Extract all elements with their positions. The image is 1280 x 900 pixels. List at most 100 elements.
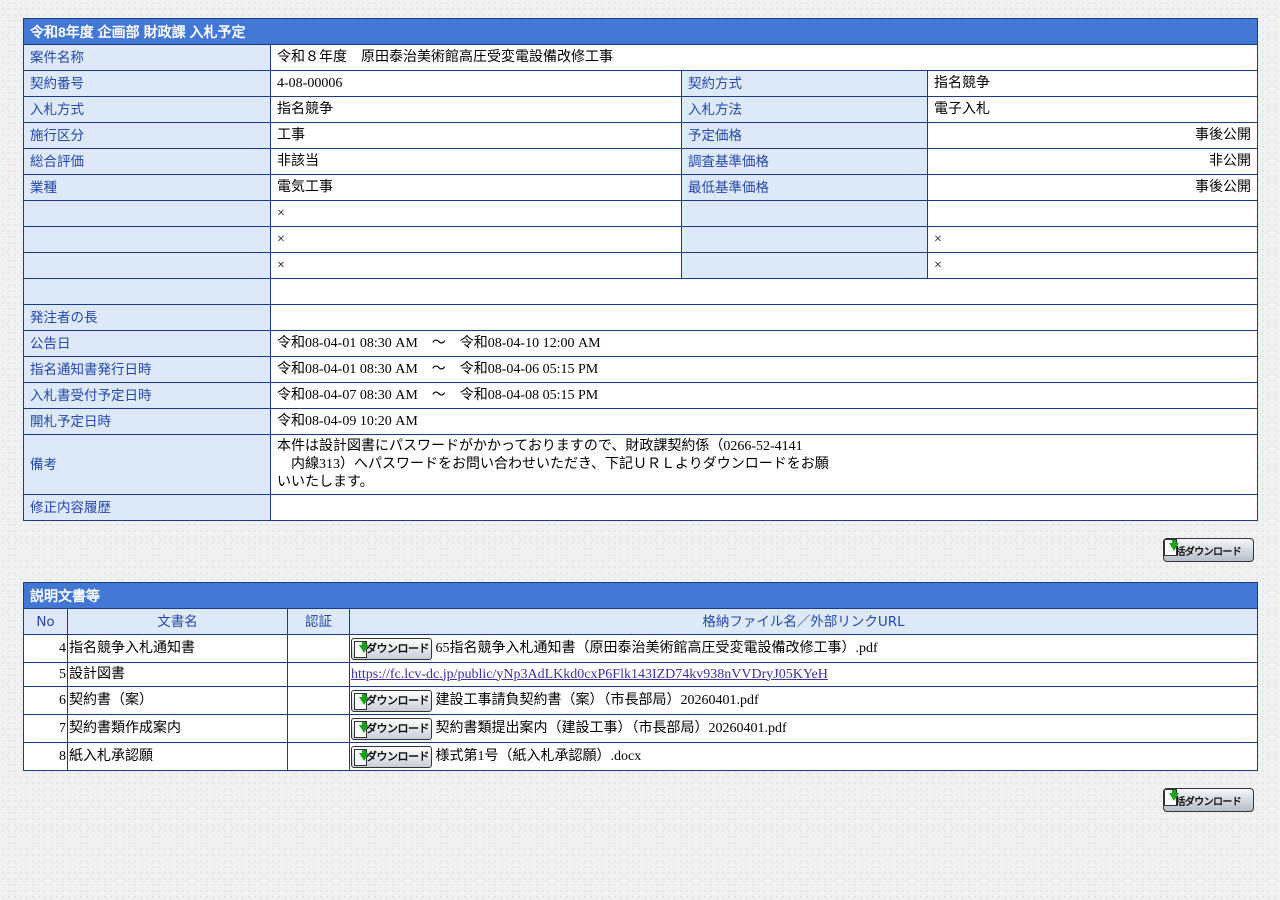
remarks-line-1: 本件は設計図書にパスワードがかかっておりますので、財政課契約係（0266-52-… bbox=[277, 438, 803, 454]
label-nomination-date: 指名通知書発行日時 bbox=[23, 356, 271, 383]
doc-file: ダウンロード 65指名競争入札通知書（原田泰治美術館高圧受変電設備改修工事）.p… bbox=[349, 634, 1258, 663]
doc-file: ダウンロード 様式第1号（紙入札承認願）.docx bbox=[349, 742, 1258, 771]
download-icon bbox=[354, 748, 369, 766]
label-revision-history: 修正内容履歴 bbox=[23, 494, 271, 521]
doc-name: 契約書（案） bbox=[67, 686, 288, 715]
doc-cert bbox=[287, 714, 350, 743]
value-blank-3-left: × bbox=[270, 252, 682, 279]
remarks-line-2: 内線313）へパスワードをお問い合わせいただき、下記ＵＲＬよりダウンロードをお願 bbox=[277, 456, 829, 472]
value-opening-date: 令和08-04-09 10:20 AM bbox=[269, 408, 1259, 435]
doc-no: 7 bbox=[23, 714, 68, 743]
label-bid-method: 入札方法 bbox=[681, 96, 928, 123]
value-bid-type: 指名競争 bbox=[270, 96, 682, 123]
header-file: 格納ファイル名／外部リンクURL bbox=[349, 608, 1258, 635]
doc-cert bbox=[287, 686, 350, 715]
value-survey-price: 非公開 bbox=[926, 148, 1259, 175]
label-bid-accept-date: 入札書受付予定日時 bbox=[23, 382, 271, 409]
download-icon bbox=[354, 720, 369, 738]
label-contract-method: 契約方式 bbox=[681, 70, 928, 97]
doc-file: ダウンロード 建設工事請負契約書（案）（市長部局）20260401.pdf bbox=[349, 686, 1258, 715]
label-min-price: 最低基準価格 bbox=[681, 174, 928, 201]
info-table-title: 令和8年度 企画部 財政課 入札予定 bbox=[22, 18, 1259, 45]
table-row: 5 設計図書 https://fc.lcv-dc.jp/public/yNp3A… bbox=[23, 662, 1258, 687]
doc-cert bbox=[287, 634, 350, 663]
header-no: No bbox=[23, 608, 68, 635]
doc-filename: 建設工事請負契約書（案）（市長部局）20260401.pdf bbox=[435, 692, 759, 708]
label-orderer-head: 発注者の長 bbox=[23, 304, 271, 331]
value-contract-method: 指名競争 bbox=[926, 70, 1259, 97]
value-contract-no: 4-08-00006 bbox=[270, 70, 682, 97]
download-label: ダウンロード bbox=[366, 749, 430, 763]
label-project-name: 案件名称 bbox=[23, 44, 271, 71]
value-remarks: 本件は設計図書にパスワードがかかっておりますので、財政課契約係（0266-52-… bbox=[269, 434, 1259, 495]
doc-name: 契約書類作成案内 bbox=[67, 714, 288, 743]
table-row: 4 指名競争入札通知書 ダウンロード 65指名競争入札通知書（原田泰治美術館高圧… bbox=[23, 634, 1258, 663]
doc-filename: 様式第1号（紙入札承認願）.docx bbox=[435, 748, 642, 764]
value-blank-3-right: × bbox=[926, 252, 1259, 279]
bid-info-table: 令和8年度 企画部 財政課 入札予定 案件名称 令和８年度 原田泰治美術館高圧受… bbox=[22, 18, 1259, 521]
value-overall-eval: 非該当 bbox=[270, 148, 682, 175]
label-industry: 業種 bbox=[23, 174, 271, 201]
download-label: ダウンロード bbox=[366, 721, 430, 735]
download-label: ダウンロード bbox=[366, 693, 430, 707]
header-doc-name: 文書名 bbox=[67, 608, 288, 635]
header-cert: 認証 bbox=[287, 608, 350, 635]
value-blank-1-right bbox=[926, 200, 1259, 227]
value-bid-method: 電子入札 bbox=[926, 96, 1259, 123]
label-blank-2-right bbox=[681, 226, 928, 253]
doc-cert bbox=[287, 662, 350, 687]
label-blank-4 bbox=[23, 278, 271, 305]
label-bid-type: 入札方式 bbox=[23, 96, 271, 123]
table-row: 8 紙入札承認願 ダウンロード 様式第1号（紙入札承認願）.docx bbox=[23, 742, 1258, 771]
value-construction-class: 工事 bbox=[270, 122, 682, 149]
value-blank-4 bbox=[269, 278, 1259, 305]
download-button[interactable]: ダウンロード bbox=[351, 637, 432, 660]
label-construction-class: 施行区分 bbox=[23, 122, 271, 149]
doc-filename: 65指名競争入札通知書（原田泰治美術館高圧受変電設備改修工事）.pdf bbox=[435, 640, 878, 656]
doc-no: 8 bbox=[23, 742, 68, 771]
bulk-download-button[interactable]: 一括ダウンロード bbox=[1163, 538, 1254, 562]
value-announce-date: 令和08-04-01 08:30 AM ～ 令和08-04-10 12:00 A… bbox=[269, 330, 1259, 357]
doc-name: 紙入札承認願 bbox=[67, 742, 288, 771]
doc-name: 設計図書 bbox=[67, 662, 288, 687]
label-opening-date: 開札予定日時 bbox=[23, 408, 271, 435]
bulk-download-button-bottom[interactable]: 一括ダウンロード bbox=[1163, 788, 1254, 812]
value-orderer-head bbox=[269, 304, 1259, 331]
value-blank-2-left: × bbox=[270, 226, 682, 253]
label-announce-date: 公告日 bbox=[23, 330, 271, 357]
external-link[interactable]: https://fc.lcv-dc.jp/public/yNp3AdLKkd0c… bbox=[351, 667, 828, 682]
value-industry: 電気工事 bbox=[270, 174, 682, 201]
download-button[interactable]: ダウンロード bbox=[351, 717, 432, 740]
download-label: ダウンロード bbox=[366, 641, 430, 655]
doc-file: https://fc.lcv-dc.jp/public/yNp3AdLKkd0c… bbox=[349, 662, 1258, 687]
doc-no: 6 bbox=[23, 686, 68, 715]
value-planned-price: 事後公開 bbox=[926, 122, 1259, 149]
download-icon bbox=[354, 692, 369, 710]
doc-name: 指名競争入札通知書 bbox=[67, 634, 288, 663]
value-nomination-date: 令和08-04-01 08:30 AM ～ 令和08-04-06 05:15 P… bbox=[269, 356, 1259, 383]
remarks-line-3: いいたします。 bbox=[277, 474, 374, 490]
label-contract-no: 契約番号 bbox=[23, 70, 271, 97]
label-overall-eval: 総合評価 bbox=[23, 148, 271, 175]
value-min-price: 事後公開 bbox=[926, 174, 1259, 201]
label-remarks: 備考 bbox=[23, 434, 271, 495]
doc-filename: 契約書類提出案内（建設工事）（市長部局）20260401.pdf bbox=[435, 720, 787, 736]
label-planned-price: 予定価格 bbox=[681, 122, 928, 149]
value-blank-2-right: × bbox=[926, 226, 1259, 253]
label-blank-3-right bbox=[681, 252, 928, 279]
doc-no: 4 bbox=[23, 634, 68, 663]
label-blank-3 bbox=[23, 252, 271, 279]
download-button[interactable]: ダウンロード bbox=[351, 689, 432, 712]
value-revision-history bbox=[269, 494, 1259, 521]
doc-cert bbox=[287, 742, 350, 771]
download-button[interactable]: ダウンロード bbox=[351, 745, 432, 768]
doc-file: ダウンロード 契約書類提出案内（建設工事）（市長部局）20260401.pdf bbox=[349, 714, 1258, 743]
label-survey-price: 調査基準価格 bbox=[681, 148, 928, 175]
table-row: 6 契約書（案） ダウンロード 建設工事請負契約書（案）（市長部局）202604… bbox=[23, 686, 1258, 715]
documents-table: 説明文書等 No 文書名 認証 格納ファイル名／外部リンクURL 4 指名競争入… bbox=[23, 582, 1258, 771]
docs-table-title: 説明文書等 bbox=[23, 582, 1258, 609]
value-project-name: 令和８年度 原田泰治美術館高圧受変電設備改修工事 bbox=[269, 44, 1259, 71]
label-blank-1 bbox=[23, 200, 271, 227]
label-blank-2 bbox=[23, 226, 271, 253]
value-bid-accept-date: 令和08-04-07 08:30 AM ～ 令和08-04-08 05:15 P… bbox=[269, 382, 1259, 409]
